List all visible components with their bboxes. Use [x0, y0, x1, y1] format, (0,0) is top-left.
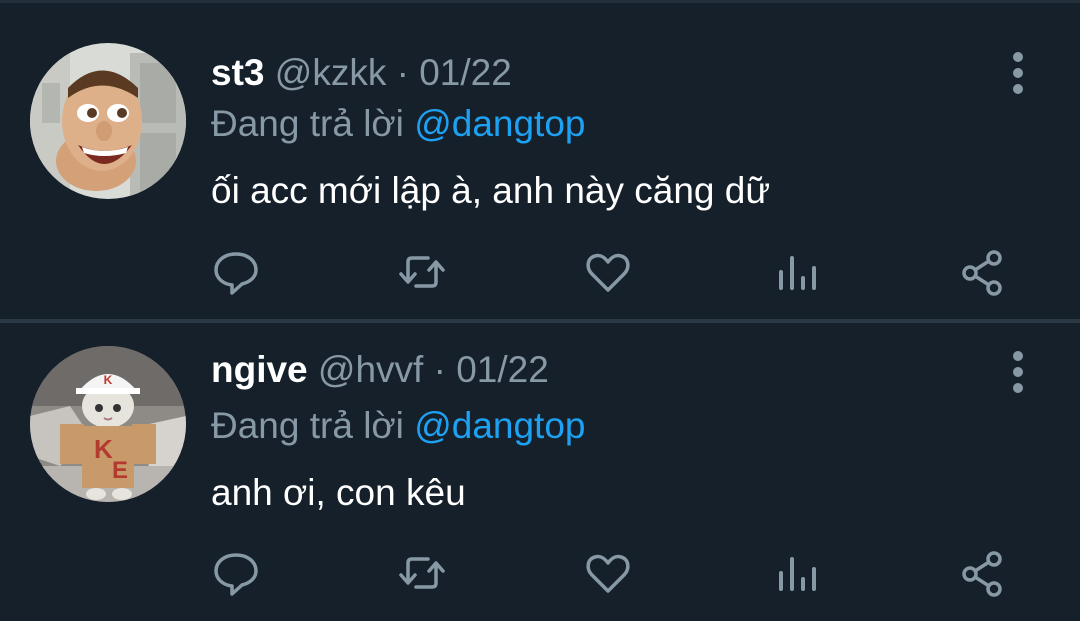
retweet-icon [399, 256, 445, 288]
analytics-button[interactable] [770, 246, 822, 298]
avatar[interactable] [30, 43, 186, 199]
tweet-text: ối acc mới lập à, anh này căng dữ [211, 170, 771, 211]
retweet-button[interactable] [396, 547, 448, 599]
more-vertical-icon [1013, 52, 1023, 94]
avatar[interactable]: K K E [30, 346, 186, 502]
display-name[interactable]: st3 [211, 52, 264, 93]
separator-dot: · [433, 349, 446, 390]
user-handle[interactable]: @hvvf [318, 349, 423, 390]
tweet-date[interactable]: 01/22 [419, 52, 512, 93]
more-vertical-icon [1013, 351, 1023, 393]
replying-to-label: Đang trả lời [211, 103, 404, 144]
comment-icon [214, 252, 258, 295]
retweet-icon [399, 557, 445, 589]
like-button[interactable] [582, 547, 634, 599]
share-button[interactable] [956, 547, 1008, 599]
retweet-button[interactable] [396, 246, 448, 298]
display-name[interactable]: ngive [211, 349, 308, 390]
like-button[interactable] [582, 246, 634, 298]
bar-chart-icon [779, 557, 816, 591]
tweet-text: anh ơi, con kêu [211, 472, 466, 513]
comment-icon [214, 553, 258, 596]
tweet[interactable]: K K E ngive @hvvf · 01/22 Đang trả lời @… [0, 323, 1080, 621]
replying-to-mention[interactable]: @dangtop [414, 103, 585, 144]
bar-chart-icon [779, 256, 816, 290]
replying-to-label: Đang trả lời [211, 405, 404, 446]
tweet-actions [0, 543, 1080, 603]
tweet-actions [0, 242, 1080, 302]
reply-button[interactable] [210, 246, 262, 298]
heart-icon [586, 253, 630, 292]
replying-to: Đang trả lời @dangtop [211, 404, 586, 448]
user-handle[interactable]: @kzkk [275, 52, 387, 93]
separator-dot: · [396, 52, 409, 93]
share-icon [962, 551, 1002, 597]
analytics-button[interactable] [770, 547, 822, 599]
svg-text:E: E [112, 457, 128, 484]
reply-button[interactable] [210, 547, 262, 599]
svg-text:K: K [94, 434, 113, 464]
heart-icon [586, 554, 630, 593]
tweet-header: ngive @hvvf · 01/22 [211, 348, 549, 392]
replying-to: Đang trả lời @dangtop [211, 102, 586, 146]
tweet-header: st3 @kzkk · 01/22 [211, 51, 512, 95]
reply-feed: st3 @kzkk · 01/22 Đang trả lời @dangtop … [0, 0, 1080, 621]
cat-in-costume-avatar: K K E [30, 346, 186, 502]
woody-face-avatar [30, 43, 186, 199]
tweet[interactable]: st3 @kzkk · 01/22 Đang trả lời @dangtop … [0, 3, 1080, 319]
share-icon [962, 250, 1002, 296]
svg-text:K: K [104, 373, 113, 387]
tweet-date[interactable]: 01/22 [456, 349, 549, 390]
share-button[interactable] [956, 246, 1008, 298]
more-options-button[interactable] [1006, 49, 1030, 99]
more-options-button[interactable] [1006, 348, 1030, 398]
replying-to-mention[interactable]: @dangtop [414, 405, 585, 446]
